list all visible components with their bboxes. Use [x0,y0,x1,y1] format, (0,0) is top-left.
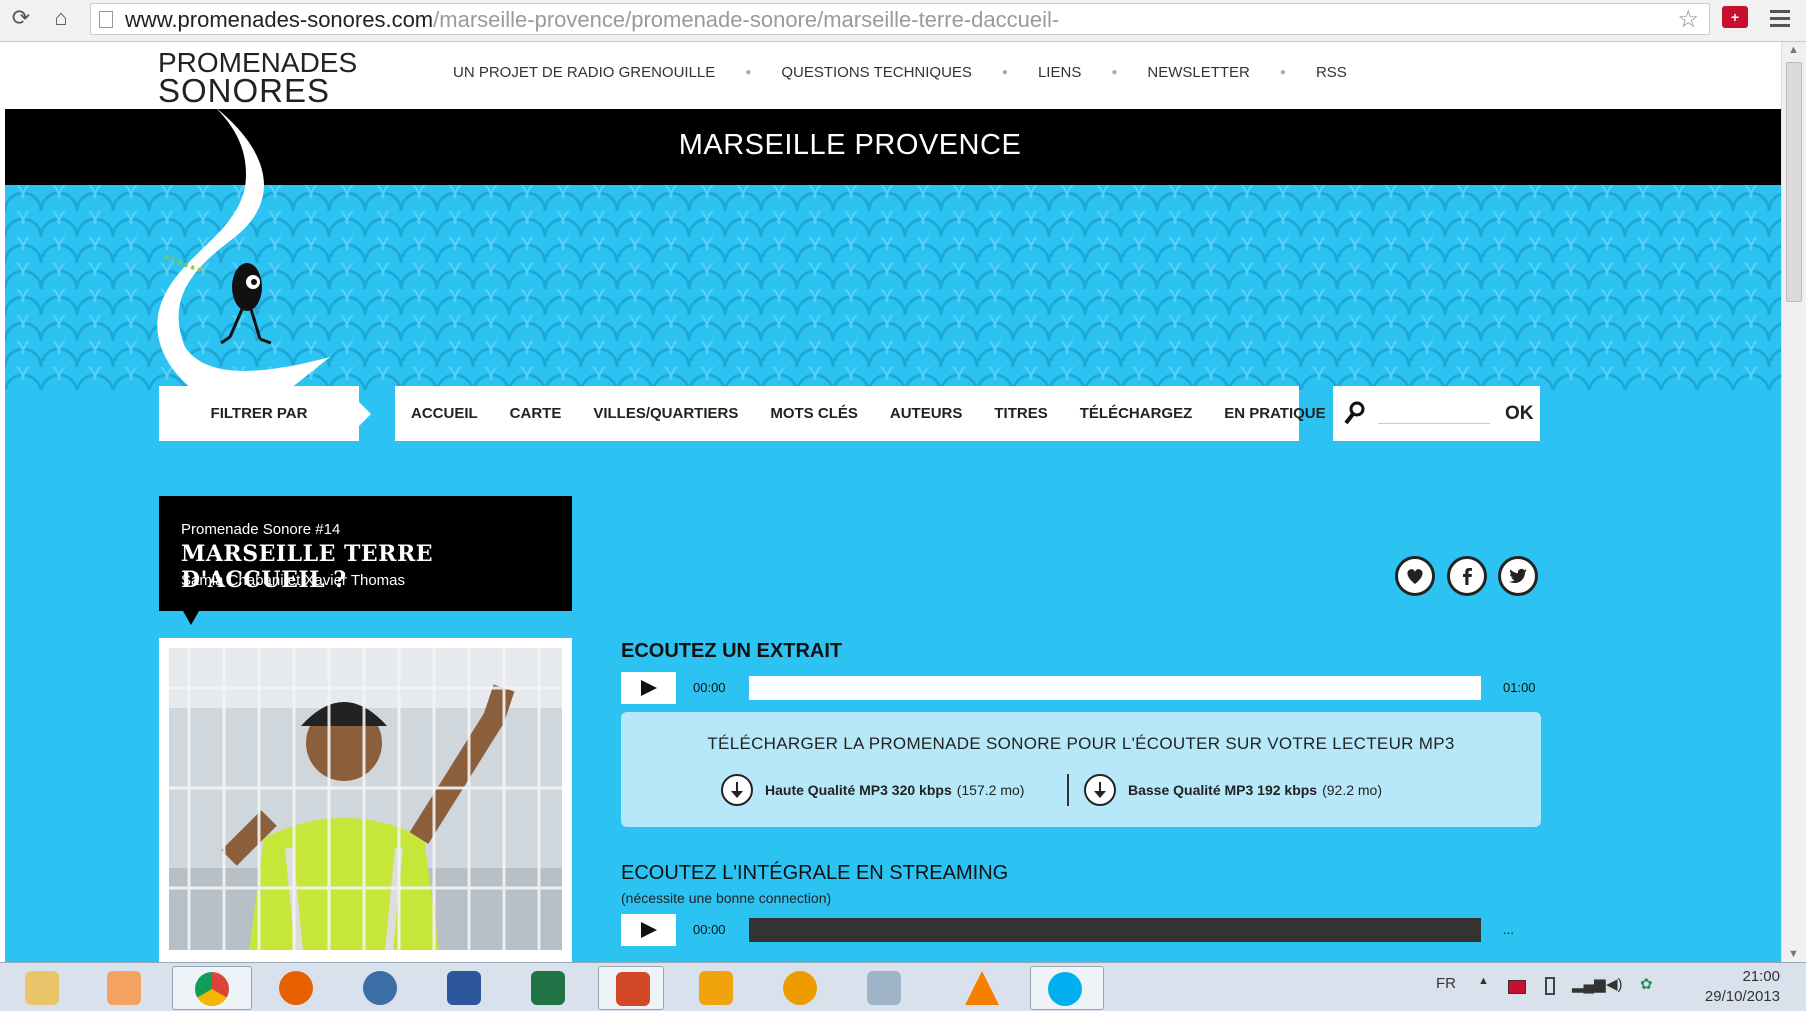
extrait-progress-track[interactable] [749,676,1481,700]
twitter-icon [1509,568,1527,584]
language-indicator[interactable]: FR [1436,975,1456,992]
address-bar[interactable]: www.promenades-sonores.com/marseille-pro… [90,3,1710,35]
facebook-button[interactable] [1447,556,1487,596]
menu-telechargez[interactable]: TÉLÉCHARGEZ [1080,405,1193,422]
flag-icon[interactable] [1508,980,1526,994]
facebook-icon [1463,568,1472,585]
download-lq-size: (92.2 mo) [1322,782,1383,798]
skype-icon[interactable] [1030,966,1104,1010]
scrollbar-thumb[interactable] [1786,62,1802,302]
paint-icon[interactable] [766,966,832,1010]
clock[interactable]: 21:00 29/10/2013 [1670,967,1780,1007]
clock-time: 21:00 [1742,968,1780,985]
extrait-heading: ECOUTEZ UN EXTRAIT [621,640,843,662]
extrait-player: 00:00 01:00 [621,672,1541,704]
browser-menu-icon[interactable] [1768,6,1792,30]
site-header: PROMENADES SONORES UN PROJET DE RADIO GR… [5,42,1781,109]
powerpoint-icon[interactable] [598,966,664,1010]
volume-icon[interactable]: ◀) [1606,975,1623,993]
vlc-icon[interactable] [948,966,1014,1010]
download-icon [1084,774,1116,806]
chrome-icon[interactable] [172,966,252,1010]
scroll-down-icon[interactable]: ▼ [1788,948,1799,960]
web-page: PROMENADES SONORES UN PROJET DE RADIO GR… [5,42,1781,962]
excel-icon[interactable] [514,966,580,1010]
link-radio-grenouille[interactable]: UN PROJET DE RADIO GRENOUILLE [453,64,715,81]
thunderbird-icon[interactable] [346,966,412,1010]
search-input[interactable] [1378,400,1490,424]
url-text[interactable]: www.promenades-sonores.com/marseille-pro… [125,7,1059,33]
streaming-heading: ECOUTEZ L'INTÉGRALE EN STREAMING [621,862,1009,884]
promenade-authors: Samia Chabani et Xavier Thomas [181,572,406,589]
menu-titres[interactable]: TITRES [994,405,1047,422]
menu-en-pratique[interactable]: EN PRATIQUE [1224,405,1325,422]
logo-line2: SONORES [158,72,331,109]
link-liens[interactable]: LIENS [1038,64,1081,81]
firefox-icon[interactable] [262,966,328,1010]
search-ok-button[interactable]: OK [1505,403,1534,425]
clock-date: 29/10/2013 [1704,988,1780,1005]
download-hq-label: Haute Qualité MP3 320 kbps [765,782,952,798]
extrait-time-current: 00:00 [693,680,726,695]
streaming-time-total: ... [1503,922,1514,937]
link-newsletter[interactable]: NEWSLETTER [1147,64,1250,81]
streaming-subheading: (nécessite une bonne connection) [621,890,832,906]
menu-mots-cles[interactable]: MOTS CLÉS [770,405,858,422]
search-box: OK [1333,386,1540,441]
streaming-time-current: 00:00 [693,922,726,937]
word-icon[interactable] [430,966,496,1010]
browser-toolbar: ⟳ ⌂ www.promenades-sonores.com/marseille… [0,0,1806,42]
network-icon[interactable]: ▂▄▆ [1572,975,1606,993]
link-questions-techniques[interactable]: QUESTIONS TECHNIQUES [781,64,972,81]
streaming-progress-track[interactable] [749,918,1481,942]
menu-auteurs[interactable]: AUTEURS [890,405,963,422]
heart-icon [1407,569,1423,584]
like-button[interactable] [1395,556,1435,596]
bookmark-star-icon[interactable]: ☆ [1677,5,1699,34]
battery-icon[interactable] [1545,977,1555,995]
outlook-icon[interactable] [682,966,748,1010]
promenade-photo [169,648,562,950]
page-icon [99,11,113,28]
download-hq-size: (157.2 mo) [956,782,1025,798]
photo-frame [159,638,572,962]
filter-label: FILTRER PAR [159,386,371,441]
download-lq-link[interactable]: Basse Qualité MP3 192 kbps (92.2 mo) [1084,774,1382,806]
sync-icon[interactable]: ✿ [1640,975,1653,993]
link-rss[interactable]: RSS [1316,64,1347,81]
extrait-play-button[interactable] [621,672,676,704]
reload-icon[interactable]: ⟳ [8,5,34,31]
download-lq-label: Basse Qualité MP3 192 kbps [1128,782,1318,798]
download-divider [1067,774,1069,806]
mascot-illustration [157,107,330,417]
menu-accueil[interactable]: ACCUEIL [411,405,478,422]
download-icon [721,774,753,806]
download-box: TÉLÉCHARGER LA PROMENADE SONORE POUR L'É… [621,712,1541,827]
media-player-icon[interactable] [90,966,156,1010]
download-heading: TÉLÉCHARGER LA PROMENADE SONORE POUR L'É… [707,734,1455,753]
streaming-player: 00:00 ... [621,914,1541,946]
home-icon[interactable]: ⌂ [48,5,74,31]
screenshot: { "browser": { "url_host": "www.promenad… [0,0,1806,1011]
page-scrollbar[interactable]: ▲ ▼ [1781,42,1806,962]
calculator-icon[interactable] [850,966,916,1010]
promenade-number: Promenade Sonore #14 [181,521,341,538]
extrait-time-total: 01:00 [1503,680,1536,695]
main-menu: ACCUEIL CARTE VILLES/QUARTIERS MOTS CLÉS… [395,386,1326,441]
search-icon [1344,401,1365,425]
windows-taskbar: FR ▲ ▂▄▆ ◀) ✿ 21:00 29/10/2013 [0,962,1806,1011]
scroll-up-icon[interactable]: ▲ [1788,44,1799,56]
extension-icon[interactable]: + [1722,6,1748,28]
download-hq-link[interactable]: Haute Qualité MP3 320 kbps (157.2 mo) [721,774,1024,806]
menu-villes-quartiers[interactable]: VILLES/QUARTIERS [593,405,738,422]
promenade-header: Promenade Sonore #14 MARSEILLE TERRE D'A… [159,496,572,625]
show-hidden-icons-icon[interactable]: ▲ [1478,975,1489,987]
menu-carte[interactable]: CARTE [510,405,562,422]
top-links: UN PROJET DE RADIO GRENOUILLE ● QUESTION… [453,64,1347,81]
streaming-play-button[interactable] [621,914,676,946]
twitter-button[interactable] [1498,556,1538,596]
site-logo[interactable]: PROMENADES SONORES [158,49,357,109]
explorer-icon[interactable] [8,966,74,1010]
